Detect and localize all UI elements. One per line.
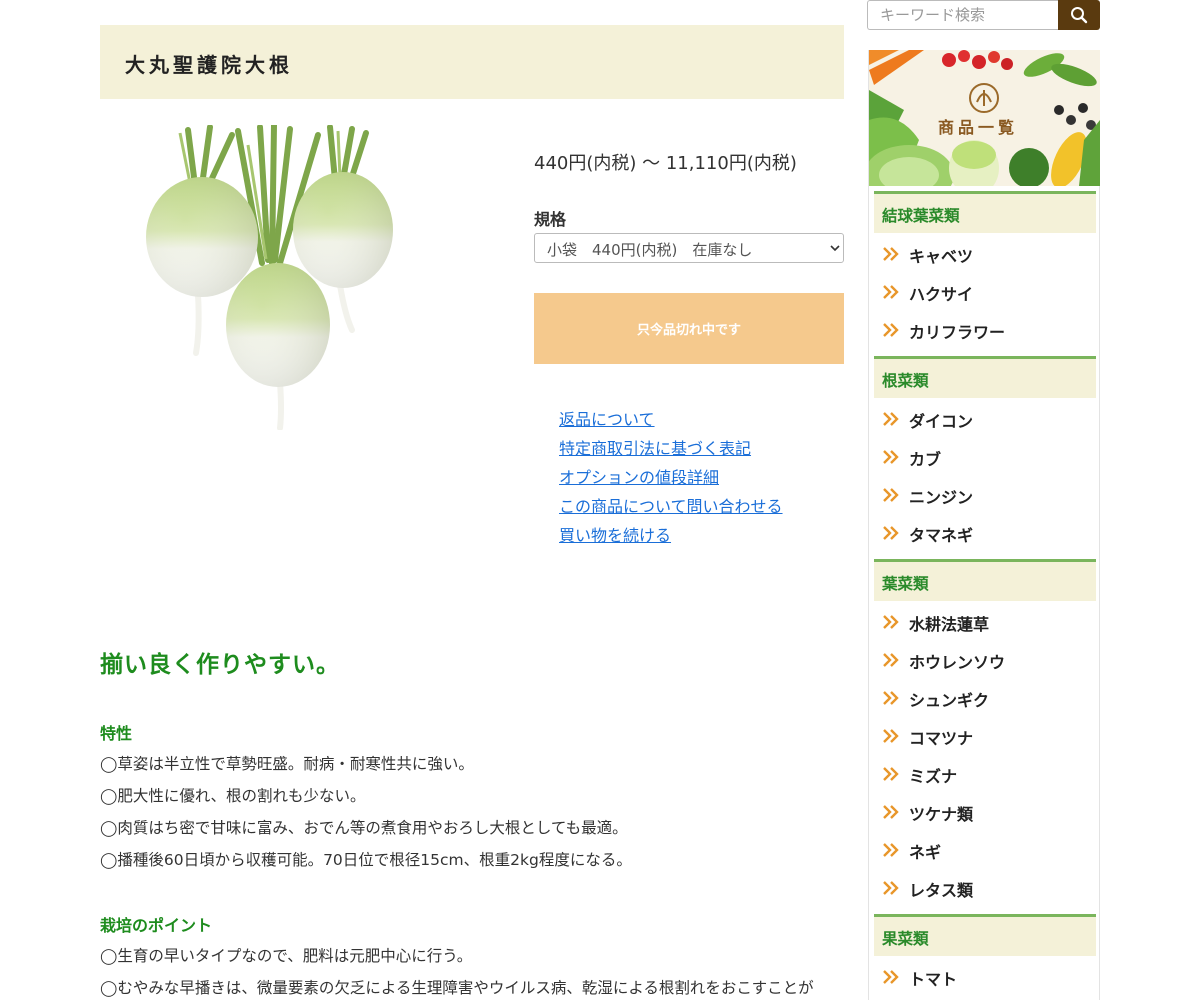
double-chevron-right-icon [883, 323, 899, 337]
double-chevron-right-icon [883, 767, 899, 781]
category-item-label: ネギ [909, 843, 942, 862]
double-chevron-right-icon [883, 729, 899, 743]
category-item-label: トマト [909, 970, 958, 989]
trait-line: ◯草姿は半立性で草勢旺盛。耐病・耐寒性共に強い。 [100, 755, 474, 773]
cultivation-line: ◯生育の早いタイプなので、肥料は元肥中心に行う。 [100, 947, 473, 965]
product-list-banner[interactable]: 商品一覧 [869, 50, 1100, 186]
soldout-label: 只今品切れ中です [636, 323, 741, 338]
product-main: 大丸聖護院大根 440円(内税) 〜 11,110円(内税) 規格 小袋 440… [100, 0, 844, 1000]
category-item-onion[interactable]: タマネギ [883, 521, 1093, 545]
category-heading-fruit-vegetables[interactable]: 果菜類 [874, 914, 1096, 956]
category-heading-label: 果菜類 [882, 930, 929, 948]
category-heading-label: 結球葉菜類 [882, 207, 960, 225]
double-chevron-right-icon [883, 526, 899, 540]
category-item-label: レタス類 [909, 881, 974, 900]
category-item-label: カリフラワー [909, 323, 1006, 342]
soldout-button[interactable]: 只今品切れ中です [534, 293, 844, 364]
banner-label: 商品一覧 [938, 118, 1019, 137]
category-item-carrot[interactable]: ニンジン [883, 483, 1093, 507]
category-item-cauliflower[interactable]: カリフラワー [883, 318, 1093, 342]
option-price-link[interactable]: オプションの値段詳細 [559, 463, 783, 492]
category-item-label: シュンギク [909, 691, 990, 710]
product-title: 大丸聖護院大根 [125, 53, 293, 77]
double-chevron-right-icon [883, 881, 899, 895]
double-chevron-right-icon [883, 843, 899, 857]
spec-selected-value: 小袋 440円(内税) 在庫なし [547, 241, 753, 259]
category-heading-leafy[interactable]: 葉菜類 [874, 559, 1096, 601]
category-item-label: ホウレンソウ [909, 653, 1006, 672]
category-item-hydroponic-spinach[interactable]: 水耕法蓮草 [883, 610, 1093, 634]
price-range: 440円(内税) 〜 11,110円(内税) [534, 153, 797, 174]
double-chevron-right-icon [883, 285, 899, 299]
search-box [867, 0, 1100, 30]
category-item-label: コマツナ [909, 729, 974, 748]
category-item-label: ダイコン [909, 412, 974, 431]
category-heading-label: 根菜類 [882, 372, 929, 390]
category-item-hakusai[interactable]: ハクサイ [883, 280, 1093, 304]
double-chevron-right-icon [883, 805, 899, 819]
category-item-cabbage[interactable]: キャベツ [883, 242, 1093, 266]
trait-line: ◯肉質はち密で甘味に富み、おでん等の煮食用やおろし大根としても最適。 [100, 819, 628, 837]
product-title-box: 大丸聖護院大根 [100, 25, 844, 99]
category-item-label: ハクサイ [909, 285, 974, 304]
trait-line: ◯播種後60日頃から収穫可能。70日位で根径15cm、根重2kg程度になる。 [100, 851, 632, 869]
product-links: 返品について 特定商取引法に基づく表記 オプションの値段詳細 この商品について問… [559, 405, 783, 550]
spec-label: 規格 [534, 210, 567, 229]
continue-shopping-link[interactable]: 買い物を続ける [559, 521, 783, 550]
legal-notice-link[interactable]: 特定商取引法に基づく表記 [559, 434, 783, 463]
category-item-label: キャベツ [909, 247, 974, 266]
double-chevron-right-icon [883, 412, 899, 426]
category-item-spinach[interactable]: ホウレンソウ [883, 648, 1093, 672]
category-item-lettuce[interactable]: レタス類 [883, 876, 1093, 900]
category-heading-headed-leafy[interactable]: 結球葉菜類 [874, 191, 1096, 233]
category-sidebar: 商品一覧 結球葉菜類 キャベツ ハクサイ カリフラワー 根菜類 ダイコン カブ … [868, 50, 1100, 1000]
trait-line: ◯肥大性に優れ、根の割れも少ない。 [100, 787, 366, 805]
double-chevron-right-icon [883, 653, 899, 667]
category-item-tsukena[interactable]: ツケナ類 [883, 800, 1093, 824]
category-item-label: カブ [909, 450, 942, 469]
search-input[interactable] [867, 0, 1059, 30]
category-item-label: ミズナ [909, 767, 958, 786]
returns-link[interactable]: 返品について [559, 405, 783, 434]
category-item-label: 水耕法蓮草 [909, 615, 990, 634]
chevron-down-icon [830, 245, 840, 252]
section-heading-traits: 特性 [100, 724, 133, 743]
catch-copy: 揃い良く作りやすい。 [100, 652, 340, 678]
category-item-daikon[interactable]: ダイコン [883, 407, 1093, 431]
category-item-label: ツケナ類 [909, 805, 974, 824]
product-photo [146, 125, 393, 430]
category-item-label: ニンジン [909, 488, 974, 507]
category-item-mizuna[interactable]: ミズナ [883, 762, 1093, 786]
cultivation-line: ◯むやみな早播きは、微量要素の欠乏による生理障害やウイルス病、乾湿による根割れを… [100, 979, 814, 997]
category-item-shungiku[interactable]: シュンギク [883, 686, 1093, 710]
section-heading-cultivation: 栽培のポイント [100, 916, 213, 935]
double-chevron-right-icon [883, 450, 899, 464]
category-item-label: タマネギ [909, 526, 974, 545]
category-heading-label: 葉菜類 [882, 575, 929, 593]
spec-select[interactable]: 小袋 440円(内税) 在庫なし [534, 233, 844, 263]
category-heading-root[interactable]: 根菜類 [874, 356, 1096, 398]
double-chevron-right-icon [883, 488, 899, 502]
category-item-negi[interactable]: ネギ [883, 838, 1093, 862]
search-button[interactable] [1058, 0, 1100, 30]
double-chevron-right-icon [883, 970, 899, 984]
category-item-kabu[interactable]: カブ [883, 445, 1093, 469]
double-chevron-right-icon [883, 615, 899, 629]
double-chevron-right-icon [883, 691, 899, 705]
inquiry-link[interactable]: この商品について問い合わせる [559, 492, 783, 521]
category-item-tomato[interactable]: トマト [883, 965, 1093, 989]
category-item-komatsuna[interactable]: コマツナ [883, 724, 1093, 748]
search-icon [1071, 7, 1088, 24]
double-chevron-right-icon [883, 247, 899, 261]
